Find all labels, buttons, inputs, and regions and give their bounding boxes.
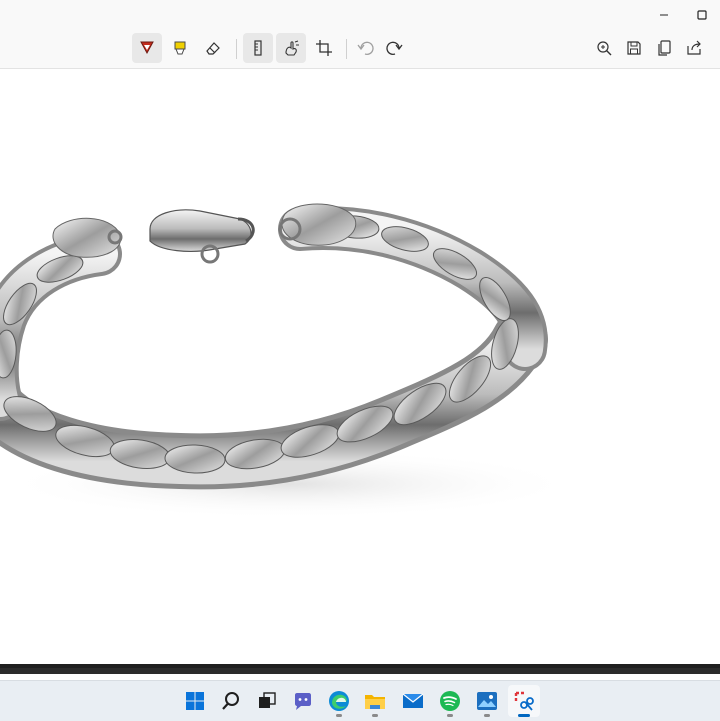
save-icon	[627, 41, 641, 55]
minimize-icon	[660, 14, 668, 16]
spotify-button[interactable]	[434, 685, 466, 717]
running-indicator	[372, 714, 378, 717]
chat-icon	[295, 693, 311, 710]
file-explorer-button[interactable]	[359, 685, 391, 717]
redo-icon	[386, 41, 403, 55]
maximize-icon	[697, 10, 707, 20]
crop-button[interactable]	[309, 33, 339, 63]
highlighter-icon	[174, 41, 186, 55]
mail-icon	[402, 693, 424, 708]
running-indicator	[447, 714, 453, 717]
mail-button[interactable]	[397, 685, 429, 717]
toolbar-separator	[236, 39, 237, 59]
spotify-icon	[440, 691, 460, 711]
toolbar-separator	[346, 39, 347, 59]
bracelet-image	[0, 203, 580, 519]
touch-writing-icon	[285, 40, 299, 56]
photos-button[interactable]	[471, 685, 503, 717]
chat-button[interactable]	[287, 685, 319, 717]
photos-icon	[477, 692, 497, 710]
chevron-down-icon	[143, 59, 151, 75]
highlighter-button[interactable]	[165, 33, 195, 63]
snipping-tool-button[interactable]	[508, 685, 540, 717]
save-button[interactable]	[619, 33, 649, 63]
taskbar	[0, 680, 720, 721]
ruler-button[interactable]	[243, 33, 273, 75]
undo-button[interactable]	[350, 33, 380, 63]
ballpoint-pen-button[interactable]	[132, 33, 162, 75]
edge-browser-icon	[329, 691, 349, 711]
task-view-icon	[259, 692, 276, 708]
touch-writing-button[interactable]	[276, 33, 306, 63]
windows-start-icon	[186, 692, 204, 710]
minimize-button[interactable]	[644, 0, 684, 30]
search-icon	[222, 692, 239, 710]
screenshot-canvas[interactable]	[0, 69, 720, 664]
maximize-button[interactable]	[682, 0, 720, 30]
ruler-icon	[254, 40, 262, 56]
edge-button[interactable]	[323, 685, 355, 717]
chevron-down-icon	[254, 59, 262, 75]
share-icon	[687, 40, 701, 55]
copy-button[interactable]	[649, 33, 679, 63]
redo-button[interactable]	[380, 33, 410, 63]
running-indicator	[484, 714, 490, 717]
zoom-in-icon	[597, 41, 612, 56]
active-indicator	[518, 714, 530, 717]
folder-icon	[365, 695, 385, 709]
undo-icon	[357, 41, 374, 55]
running-indicator	[336, 714, 342, 717]
snipping-tool-icon	[514, 691, 534, 711]
crop-icon	[316, 40, 332, 56]
eraser-icon	[206, 42, 220, 55]
title-bar	[0, 0, 720, 30]
task-view-button[interactable]	[251, 685, 283, 717]
markup-toolbar	[0, 30, 720, 75]
pen-icon	[140, 41, 154, 55]
zoom-button[interactable]	[589, 33, 619, 63]
share-button[interactable]	[679, 33, 709, 63]
search-button[interactable]	[215, 685, 247, 717]
start-button[interactable]	[179, 685, 211, 717]
copy-icon	[658, 40, 671, 56]
eraser-button[interactable]	[198, 33, 228, 63]
